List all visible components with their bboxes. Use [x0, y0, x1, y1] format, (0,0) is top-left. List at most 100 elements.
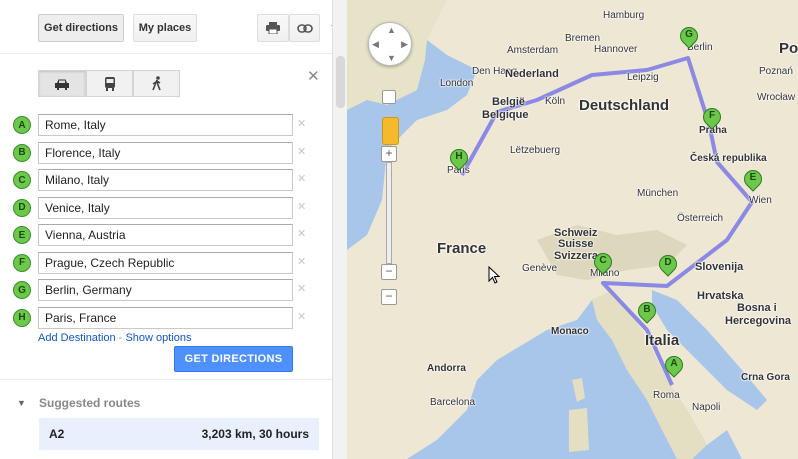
map-pin-a[interactable]: A	[661, 352, 687, 380]
label-belgie: België	[492, 96, 526, 108]
close-icon[interactable]: ✕	[307, 67, 320, 85]
transit-mode-button[interactable]	[86, 70, 133, 97]
remove-stop-icon[interactable]: ✕	[297, 117, 306, 130]
label-letzebuerg: Lëtzebuerg	[510, 145, 561, 156]
pin-letter: F	[708, 110, 716, 121]
scroll-thumb[interactable]	[336, 56, 345, 108]
label-hamburg: Hamburg	[603, 10, 645, 21]
stop-marker-icon: F	[13, 253, 31, 272]
stop-marker-icon: B	[13, 143, 31, 162]
print-button[interactable]	[257, 14, 289, 42]
pin-letter: G	[685, 29, 693, 40]
label-italia: Italia	[645, 332, 680, 349]
pan-down-icon[interactable]: ▼	[387, 53, 396, 63]
map-canvas[interactable]: London Amsterdam Den Haag Nederland Belg…	[347, 0, 798, 459]
zoom-out-button[interactable]: −	[381, 289, 397, 305]
stop-marker-icon: C	[13, 171, 31, 189]
route-option[interactable]: A2 3,203 km, 30 hours	[39, 418, 319, 450]
pan-right-icon[interactable]: ▶	[401, 39, 408, 50]
zoom-slider-thumb[interactable]: −	[381, 264, 397, 280]
show-options-link[interactable]: Show options	[125, 332, 191, 344]
map-pin-g[interactable]: G	[676, 23, 702, 51]
label-munchen: München	[637, 188, 679, 199]
pin-letter: H	[455, 151, 463, 162]
zoom-in-button[interactable]: +	[381, 146, 397, 162]
remove-stop-icon[interactable]: ✕	[297, 145, 306, 158]
label-nederland: Nederland	[505, 68, 559, 80]
stop-row: G✕	[0, 279, 332, 303]
map-pin-f[interactable]: F	[699, 104, 725, 132]
remove-stop-icon[interactable]: ✕	[297, 282, 306, 295]
map-pin-b[interactable]: B	[634, 298, 660, 326]
stop-marker-icon: D	[13, 198, 31, 217]
label-belgique: Belgique	[482, 109, 529, 121]
stop-input[interactable]	[38, 224, 293, 246]
label-barcelona: Barcelona	[430, 397, 476, 408]
map-pin-h[interactable]: H	[446, 145, 472, 173]
label-deutschland: Deutschland	[579, 97, 670, 114]
link-icon	[296, 23, 313, 33]
walk-icon	[151, 76, 161, 91]
remove-stop-icon[interactable]: ✕	[297, 255, 306, 268]
my-places-button[interactable]: My places	[133, 14, 197, 42]
map-pin-c[interactable]: C	[590, 249, 616, 277]
remove-stop-icon[interactable]: ✕	[297, 227, 306, 240]
stop-input[interactable]	[38, 306, 293, 329]
map-pin-e[interactable]: E	[740, 166, 766, 194]
stop-input[interactable]	[38, 279, 293, 301]
label-roma: Roma	[653, 390, 680, 401]
route-summary: 3,203 km, 30 hours	[201, 427, 309, 441]
stop-row: A✕	[0, 114, 332, 138]
stop-input[interactable]	[38, 114, 293, 136]
divider	[0, 379, 332, 380]
remove-stop-icon[interactable]: ✕	[297, 172, 306, 185]
pan-left-icon[interactable]: ◀	[372, 39, 379, 50]
label-koln: Köln	[545, 96, 566, 107]
stop-row: C✕	[0, 169, 332, 193]
label-hannover: Hannover	[594, 44, 638, 55]
label-bosna: Bosna i	[737, 302, 777, 314]
pegman-icon[interactable]	[382, 117, 399, 145]
pan-control[interactable]: ▲ ▼ ◀ ▶	[368, 22, 412, 66]
divider	[0, 53, 332, 54]
label-amsterdam: Amsterdam	[507, 45, 559, 56]
links-row: Add Destination - Show options	[38, 332, 192, 344]
label-poznan: Poznań	[759, 66, 793, 77]
mouse-cursor-icon	[488, 266, 500, 284]
label-slovenija: Slovenija	[695, 261, 744, 273]
zoom-reset-icon[interactable]	[382, 90, 396, 104]
stop-marker-icon: E	[13, 226, 31, 244]
map-pin-d[interactable]: D	[655, 251, 681, 279]
collapse-arrow-icon[interactable]: ▼	[17, 398, 26, 408]
link-button[interactable]	[289, 14, 320, 42]
remove-stop-icon[interactable]: ✕	[297, 310, 306, 323]
stop-input[interactable]	[38, 169, 293, 191]
get-directions-tab-button[interactable]: Get directions	[38, 14, 124, 42]
walking-mode-button[interactable]	[133, 70, 180, 97]
pin-letter: A	[670, 358, 678, 369]
label-crna-gora: Crna Gora	[741, 372, 790, 383]
suggested-routes-title: Suggested routes	[39, 396, 141, 410]
pin-letter: B	[643, 304, 651, 315]
stop-input[interactable]	[38, 251, 293, 274]
panel-scrollbar[interactable]	[332, 0, 347, 459]
stop-row: B✕	[0, 141, 332, 166]
stop-row: E✕	[0, 224, 332, 248]
links-separator: -	[115, 332, 126, 344]
label-wien: Wien	[749, 195, 772, 206]
label-svizzera: Svizzera	[554, 250, 599, 262]
label-monaco: Monaco	[551, 326, 589, 337]
add-destination-link[interactable]: Add Destination	[38, 332, 116, 344]
pin-letter: D	[664, 257, 672, 268]
remove-stop-icon[interactable]: ✕	[297, 200, 306, 213]
zoom-slider[interactable]	[386, 162, 392, 264]
driving-mode-button[interactable]	[38, 70, 86, 97]
stop-input[interactable]	[38, 196, 293, 219]
route-name: A2	[49, 427, 65, 441]
get-directions-button[interactable]: GET DIRECTIONS	[174, 346, 293, 372]
pan-up-icon[interactable]: ▲	[387, 25, 396, 35]
label-wroclaw: Wrocław	[757, 92, 796, 103]
label-london: London	[440, 78, 474, 89]
stop-input[interactable]	[38, 141, 293, 164]
stop-row: D✕	[0, 196, 332, 221]
